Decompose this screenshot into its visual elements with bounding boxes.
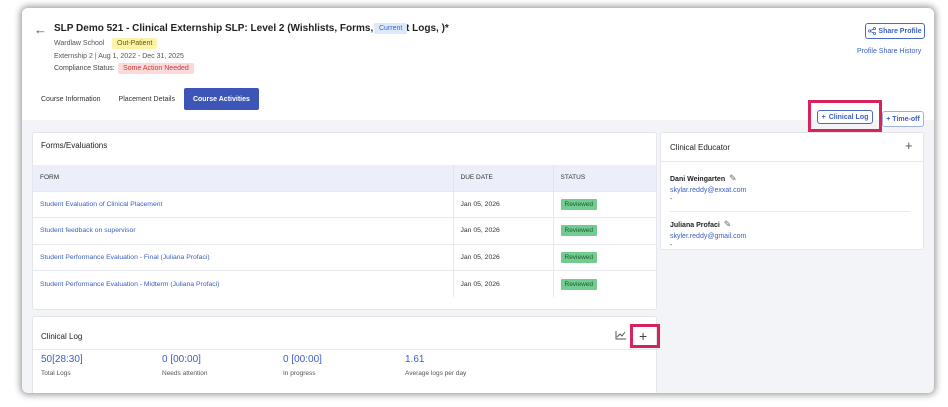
column-header-status: STATUS	[553, 165, 656, 191]
form-link[interactable]: Student feedback on supervisor	[33, 217, 454, 244]
plus-icon[interactable]: +	[639, 327, 647, 345]
trend-chart-icon[interactable]	[615, 330, 627, 340]
course-tabs: Course Information Placement Details Cou…	[32, 88, 259, 110]
status-badge: Reviewed	[560, 225, 598, 237]
clinical-log-card: Clinical Log +	[32, 316, 660, 393]
clinical-log-label: Clinical Log	[828, 113, 869, 121]
plus-icon: +	[821, 113, 826, 121]
form-link[interactable]: Student Performance Evaluation - Final (…	[33, 243, 454, 271]
column-header-form: FORM	[33, 165, 454, 191]
average-logs-label: Average logs per day	[405, 370, 467, 377]
due-date-cell: Jan 05, 2026	[453, 243, 554, 271]
plus-icon: +	[886, 115, 891, 123]
educator-extra: -	[670, 196, 673, 203]
compliance-status-badge: Some Action Needed	[118, 63, 194, 74]
pencil-icon[interactable]: ✎	[724, 219, 732, 230]
course-header: ← SLP Demo 521 - Clinical Externship SLP…	[22, 8, 934, 120]
divider	[661, 161, 923, 162]
add-clinical-log-button[interactable]: + Clinical Log	[817, 110, 873, 124]
needs-attention-label: Needs attention	[162, 370, 208, 377]
in-progress-label: In progress	[283, 370, 316, 377]
table-row: Student Performance Evaluation - Midterm…	[33, 270, 656, 297]
app-window: ← SLP Demo 521 - Clinical Externship SLP…	[22, 8, 934, 393]
current-badge: Current	[374, 23, 408, 34]
pencil-icon[interactable]: ✎	[729, 173, 737, 184]
educator-name: Juliana Profaci ✎	[670, 219, 731, 230]
add-time-off-button[interactable]: + Time-off	[882, 111, 924, 127]
table-header-row: FORM DUE DATE STATUS	[33, 165, 656, 191]
divider	[670, 211, 910, 212]
add-educator-icon[interactable]: +	[905, 138, 913, 153]
clinical-log-highlight: + Clinical Log	[808, 100, 882, 132]
profile-share-history-link[interactable]: Profile Share History	[857, 48, 921, 55]
total-logs-label: Total Logs	[41, 370, 71, 377]
outpatient-badge: Out-Patient	[112, 38, 158, 49]
table-row: Student feedback on supervisor Jan 05, 2…	[33, 217, 656, 244]
total-logs-value[interactable]: 50[28:30]	[41, 354, 83, 365]
tab-course-activities[interactable]: Course Activities	[183, 88, 259, 110]
clinical-educator-card: Clinical Educator + Dani Weingarten ✎ sky…	[660, 132, 924, 250]
educator-email[interactable]: skyler.reddy@gmail.com	[670, 233, 746, 240]
tab-course-information[interactable]: Course Information	[32, 88, 110, 110]
educator-name: Dani Weingarten ✎	[670, 173, 737, 184]
due-date-cell: Jan 05, 2026	[453, 190, 554, 218]
table-row: Student Evaluation of Clinical Placement…	[33, 190, 656, 218]
educator-email[interactable]: skylar.reddy@exxat.com	[670, 187, 746, 194]
in-progress-value[interactable]: 0 [00:00]	[283, 354, 322, 365]
forms-evaluations-card: Forms/Evaluations FORM DUE DATE STATUS S…	[32, 132, 657, 310]
divider	[33, 349, 656, 350]
compliance-label: Compliance Status:	[54, 65, 115, 72]
average-logs-value: 1.61	[405, 354, 425, 365]
due-date-cell: Jan 05, 2026	[453, 270, 554, 297]
educator-extra: -	[670, 242, 673, 249]
time-off-label: Time-off	[892, 115, 920, 123]
tab-placement-details[interactable]: Placement Details	[110, 88, 184, 110]
share-icon	[868, 27, 877, 35]
form-link[interactable]: Student Performance Evaluation - Midterm…	[33, 270, 454, 297]
status-badge: Reviewed	[560, 198, 598, 210]
form-link[interactable]: Student Evaluation of Clinical Placement	[33, 190, 454, 218]
table-row: Student Performance Evaluation - Final (…	[33, 243, 656, 271]
forms-title: Forms/Evaluations	[41, 141, 108, 150]
share-profile-button[interactable]: Share Profile	[865, 23, 925, 39]
school-name: Wardlaw School	[54, 40, 105, 47]
status-badge: Reviewed	[560, 278, 598, 290]
status-badge: Reviewed	[560, 251, 598, 263]
needs-attention-value[interactable]: 0 [00:00]	[162, 354, 201, 365]
externship-dates: Externship 2 | Aug 1, 2022 - Dec 31, 202…	[54, 53, 184, 60]
clinical-log-title: Clinical Log	[41, 332, 83, 341]
column-header-due-date: DUE DATE	[453, 165, 554, 191]
back-arrow-icon[interactable]: ←	[34, 22, 47, 37]
due-date-cell: Jan 05, 2026	[453, 217, 554, 244]
share-profile-label: Share Profile	[878, 27, 922, 35]
educator-name-text: Dani Weingarten	[670, 176, 726, 183]
add-log-highlight: +	[630, 324, 660, 348]
forms-table: FORM DUE DATE STATUS Student Evaluation …	[33, 165, 656, 297]
clinical-educator-title: Clinical Educator	[670, 143, 731, 152]
educator-name-text: Juliana Profaci	[670, 222, 720, 229]
